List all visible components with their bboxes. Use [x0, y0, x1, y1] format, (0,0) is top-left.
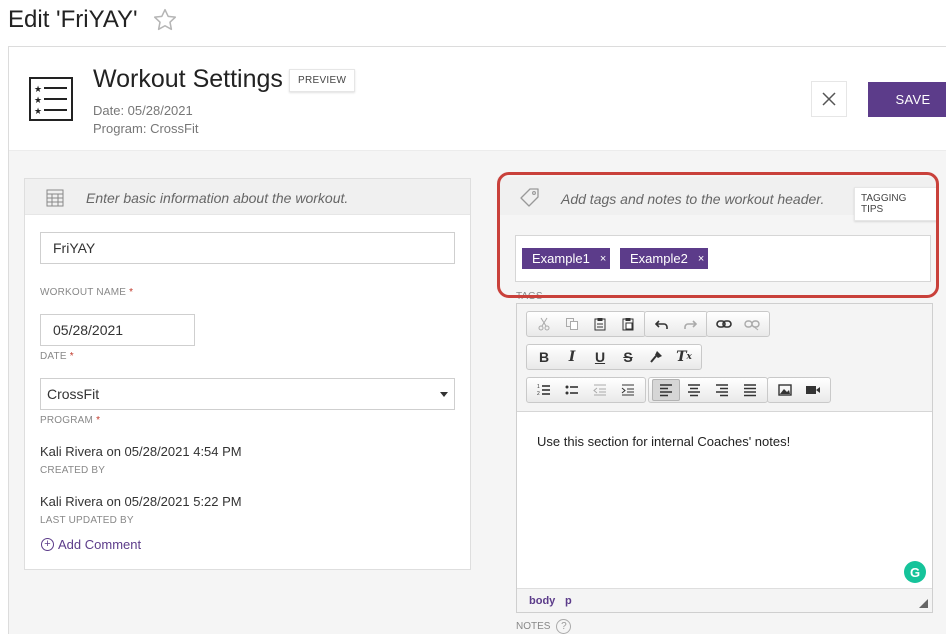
workout-name-label-text: WORKOUT NAME [40, 287, 127, 298]
updated-by-label: LAST UPDATED BY [40, 515, 134, 526]
updated-by-value: Kali Rivera on 05/28/2021 5:22 PM [40, 494, 242, 509]
unlink-icon[interactable] [738, 313, 766, 335]
history-group [644, 311, 708, 337]
paste-icon[interactable] [586, 313, 614, 335]
redo-icon[interactable] [676, 313, 704, 335]
link-group [706, 311, 770, 337]
align-left-icon[interactable] [652, 379, 680, 401]
text-style-group: B I U S Tx [526, 344, 702, 370]
bold-icon[interactable]: B [530, 346, 558, 368]
indent-icon[interactable] [614, 379, 642, 401]
add-comment-label: Add Comment [58, 537, 142, 552]
numbered-list-icon[interactable]: 12 [530, 379, 558, 401]
video-icon[interactable] [799, 379, 827, 401]
date-label-text: DATE [40, 351, 67, 362]
svg-text:1: 1 [537, 384, 540, 390]
svg-text:2: 2 [537, 391, 540, 397]
remove-format-icon[interactable]: Tx [670, 346, 698, 368]
notes-label: NOTES ? [516, 619, 572, 634]
caret-down-icon [440, 392, 448, 397]
cut-icon[interactable] [530, 313, 558, 335]
date-input[interactable]: 05/28/2021 [40, 314, 195, 346]
calendar-grid-icon [46, 189, 64, 207]
notes-label-text: NOTES [516, 621, 551, 632]
page-title: Edit 'FriYAY' [8, 6, 178, 34]
basic-info-header: Enter basic information about the workou… [25, 179, 470, 215]
created-by-label: CREATED BY [40, 465, 106, 476]
program-label-text: PROGRAM [40, 415, 94, 426]
svg-text:★: ★ [34, 96, 42, 106]
settings-title: Workout Settings [93, 65, 283, 93]
required-marker: * [129, 287, 134, 298]
required-marker: * [96, 415, 101, 426]
close-button[interactable] [811, 81, 847, 117]
underline-icon[interactable]: U [586, 346, 614, 368]
strikethrough-icon[interactable]: S [614, 346, 642, 368]
element-path-p[interactable]: p [565, 595, 572, 607]
link-icon[interactable] [710, 313, 738, 335]
date-label: DATE * [40, 351, 74, 362]
editor-toolbar: B I U S Tx 12 [517, 304, 932, 412]
alignment-group [648, 377, 768, 403]
resize-handle-icon[interactable] [919, 599, 928, 608]
image-icon[interactable] [771, 379, 799, 401]
align-justify-icon[interactable] [736, 379, 764, 401]
outdent-icon[interactable] [586, 379, 614, 401]
close-icon [822, 92, 836, 106]
grammarly-icon[interactable]: G [904, 561, 926, 583]
checklist-icon: ★ ★ ★ [29, 77, 73, 121]
align-right-icon[interactable] [708, 379, 736, 401]
notes-content[interactable]: Use this section for internal Coaches' n… [537, 434, 790, 449]
add-comment-link[interactable]: + Add Comment [41, 537, 141, 552]
card-header: ★ ★ ★ Workout Settings PREVIEW Date: 05/… [9, 47, 946, 151]
help-icon[interactable]: ? [556, 619, 572, 634]
align-center-icon[interactable] [680, 379, 708, 401]
copy-icon[interactable] [558, 313, 586, 335]
program-label: PROGRAM * [40, 415, 100, 426]
italic-icon[interactable]: I [558, 346, 586, 368]
bulleted-list-icon[interactable] [558, 379, 586, 401]
required-marker: * [69, 351, 74, 362]
element-path-body[interactable]: body [529, 595, 555, 607]
save-button[interactable]: SAVE [868, 82, 946, 117]
created-by-value: Kali Rivera on 05/28/2021 4:54 PM [40, 444, 242, 459]
clipboard-group [526, 311, 646, 337]
meta-program: Program: CrossFit [93, 121, 199, 136]
undo-icon[interactable] [648, 313, 676, 335]
program-select-value: CrossFit [47, 386, 100, 402]
page-title-text: Edit 'FriYAY' [8, 6, 138, 33]
svg-text:★: ★ [34, 85, 42, 95]
highlight-outline [497, 172, 939, 298]
notes-editor[interactable]: B I U S Tx 12 Use this section for inter… [516, 303, 933, 613]
workout-name-input[interactable]: FriYAY [40, 232, 455, 264]
editor-statusbar: body p [517, 588, 932, 612]
meta-date: Date: 05/28/2021 [93, 103, 193, 118]
plus-circle-icon: + [41, 538, 54, 551]
media-group [767, 377, 831, 403]
basic-info-panel: Enter basic information about the workou… [24, 178, 471, 570]
preview-button[interactable]: PREVIEW [289, 69, 356, 92]
basic-info-heading: Enter basic information about the workou… [86, 190, 349, 206]
list-indent-group: 12 [526, 377, 646, 403]
star-outline-icon[interactable] [152, 7, 178, 33]
program-select[interactable]: CrossFit [40, 378, 455, 410]
workout-name-label: WORKOUT NAME * [40, 287, 133, 298]
paste-text-icon[interactable] [614, 313, 642, 335]
svg-text:★: ★ [34, 107, 42, 117]
format-painter-icon[interactable] [642, 346, 670, 368]
